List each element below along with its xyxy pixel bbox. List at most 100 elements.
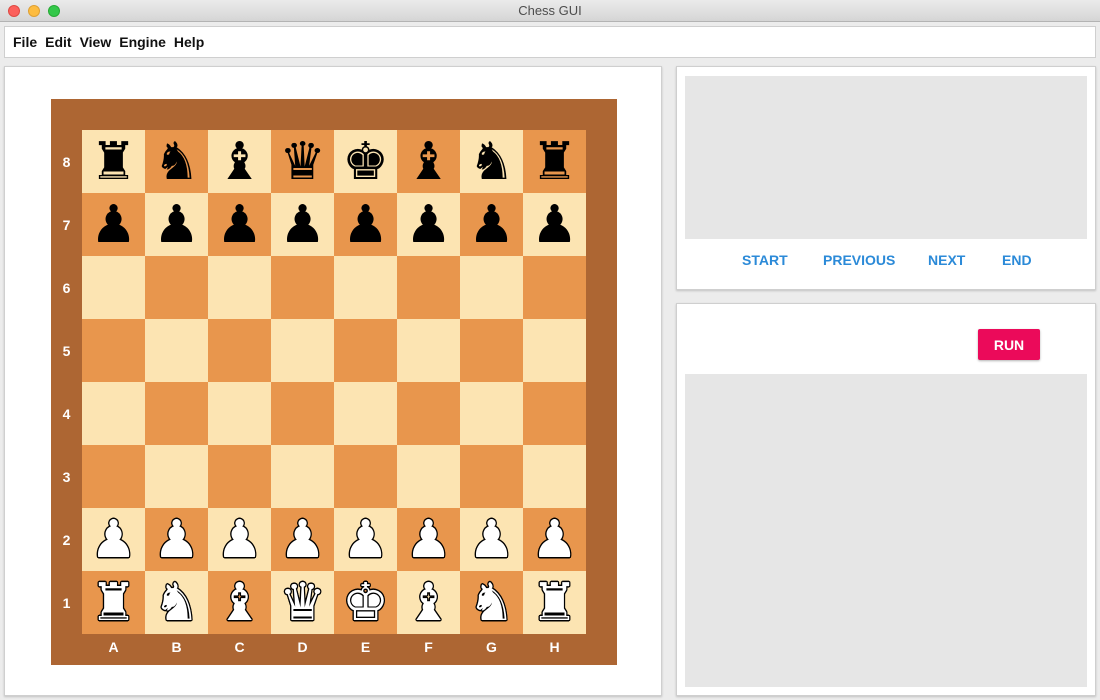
black-king-icon[interactable]: ♚ bbox=[342, 136, 389, 188]
menu-engine[interactable]: Engine bbox=[119, 34, 166, 50]
square-f4[interactable] bbox=[397, 382, 460, 445]
square-e4[interactable] bbox=[334, 382, 397, 445]
square-e2[interactable]: ♟ bbox=[334, 508, 397, 571]
square-a8[interactable]: ♜ bbox=[82, 130, 145, 193]
square-a5[interactable] bbox=[82, 319, 145, 382]
white-pawn-icon[interactable]: ♟ bbox=[279, 514, 326, 566]
white-rook-icon[interactable]: ♜ bbox=[90, 577, 137, 629]
square-d6[interactable] bbox=[271, 256, 334, 319]
square-a1[interactable]: ♜ bbox=[82, 571, 145, 634]
square-f3[interactable] bbox=[397, 445, 460, 508]
black-pawn-icon[interactable]: ♟ bbox=[90, 199, 137, 251]
black-pawn-icon[interactable]: ♟ bbox=[153, 199, 200, 251]
white-pawn-icon[interactable]: ♟ bbox=[468, 514, 515, 566]
chessboard[interactable]: ♜ ♞ ♝ ♛ ♚ ♝ ♞ ♜ ♟ ♟ ♟ ♟ ♟ ♟ ♟ ♟ ♟ ♟ ♟ ♟ ♟ ♟ ♟ ♟ ♜ ♞ ♝ ♛ ♚ ♝ ♞ ♜ bbox=[82, 130, 586, 634]
square-a7[interactable]: ♟ bbox=[82, 193, 145, 256]
square-e7[interactable]: ♟ bbox=[334, 193, 397, 256]
black-knight-icon[interactable]: ♞ bbox=[468, 136, 515, 188]
square-g4[interactable] bbox=[460, 382, 523, 445]
square-d1[interactable]: ♛ bbox=[271, 571, 334, 634]
square-c2[interactable]: ♟ bbox=[208, 508, 271, 571]
white-pawn-icon[interactable]: ♟ bbox=[216, 514, 263, 566]
square-c5[interactable] bbox=[208, 319, 271, 382]
square-h7[interactable]: ♟ bbox=[523, 193, 586, 256]
square-c3[interactable] bbox=[208, 445, 271, 508]
square-d4[interactable] bbox=[271, 382, 334, 445]
black-bishop-icon[interactable]: ♝ bbox=[405, 136, 452, 188]
white-rook-icon[interactable]: ♜ bbox=[531, 577, 578, 629]
black-pawn-icon[interactable]: ♟ bbox=[405, 199, 452, 251]
white-bishop-icon[interactable]: ♝ bbox=[216, 577, 263, 629]
square-f5[interactable] bbox=[397, 319, 460, 382]
white-king-icon[interactable]: ♚ bbox=[342, 577, 389, 629]
black-rook-icon[interactable]: ♜ bbox=[90, 136, 137, 188]
square-a2[interactable]: ♟ bbox=[82, 508, 145, 571]
black-bishop-icon[interactable]: ♝ bbox=[216, 136, 263, 188]
square-f8[interactable]: ♝ bbox=[397, 130, 460, 193]
square-d2[interactable]: ♟ bbox=[271, 508, 334, 571]
black-pawn-icon[interactable]: ♟ bbox=[216, 199, 263, 251]
square-b6[interactable] bbox=[145, 256, 208, 319]
black-pawn-icon[interactable]: ♟ bbox=[342, 199, 389, 251]
menu-view[interactable]: View bbox=[80, 34, 112, 50]
start-button[interactable]: START bbox=[742, 249, 788, 271]
square-e1[interactable]: ♚ bbox=[334, 571, 397, 634]
square-b4[interactable] bbox=[145, 382, 208, 445]
square-f1[interactable]: ♝ bbox=[397, 571, 460, 634]
square-c7[interactable]: ♟ bbox=[208, 193, 271, 256]
square-h5[interactable] bbox=[523, 319, 586, 382]
square-h8[interactable]: ♜ bbox=[523, 130, 586, 193]
square-g3[interactable] bbox=[460, 445, 523, 508]
square-a4[interactable] bbox=[82, 382, 145, 445]
square-g5[interactable] bbox=[460, 319, 523, 382]
square-a3[interactable] bbox=[82, 445, 145, 508]
square-e5[interactable] bbox=[334, 319, 397, 382]
square-h6[interactable] bbox=[523, 256, 586, 319]
square-d5[interactable] bbox=[271, 319, 334, 382]
square-h1[interactable]: ♜ bbox=[523, 571, 586, 634]
next-button[interactable]: NEXT bbox=[928, 249, 965, 271]
square-g1[interactable]: ♞ bbox=[460, 571, 523, 634]
run-button[interactable]: RUN bbox=[978, 329, 1040, 360]
black-pawn-icon[interactable]: ♟ bbox=[531, 199, 578, 251]
square-c4[interactable] bbox=[208, 382, 271, 445]
white-knight-icon[interactable]: ♞ bbox=[468, 577, 515, 629]
square-c6[interactable] bbox=[208, 256, 271, 319]
menu-edit[interactable]: Edit bbox=[45, 34, 71, 50]
white-pawn-icon[interactable]: ♟ bbox=[531, 514, 578, 566]
square-b2[interactable]: ♟ bbox=[145, 508, 208, 571]
square-b8[interactable]: ♞ bbox=[145, 130, 208, 193]
square-g6[interactable] bbox=[460, 256, 523, 319]
square-b1[interactable]: ♞ bbox=[145, 571, 208, 634]
square-g2[interactable]: ♟ bbox=[460, 508, 523, 571]
square-e3[interactable] bbox=[334, 445, 397, 508]
square-c1[interactable]: ♝ bbox=[208, 571, 271, 634]
black-pawn-icon[interactable]: ♟ bbox=[279, 199, 326, 251]
square-f6[interactable] bbox=[397, 256, 460, 319]
square-e8[interactable]: ♚ bbox=[334, 130, 397, 193]
square-b3[interactable] bbox=[145, 445, 208, 508]
black-pawn-icon[interactable]: ♟ bbox=[468, 199, 515, 251]
menu-help[interactable]: Help bbox=[174, 34, 204, 50]
square-g8[interactable]: ♞ bbox=[460, 130, 523, 193]
black-rook-icon[interactable]: ♜ bbox=[531, 136, 578, 188]
previous-button[interactable]: PREVIOUS bbox=[823, 249, 895, 271]
square-c8[interactable]: ♝ bbox=[208, 130, 271, 193]
white-pawn-icon[interactable]: ♟ bbox=[90, 514, 137, 566]
white-pawn-icon[interactable]: ♟ bbox=[153, 514, 200, 566]
square-h2[interactable]: ♟ bbox=[523, 508, 586, 571]
square-d7[interactable]: ♟ bbox=[271, 193, 334, 256]
square-f7[interactable]: ♟ bbox=[397, 193, 460, 256]
white-knight-icon[interactable]: ♞ bbox=[153, 577, 200, 629]
square-f2[interactable]: ♟ bbox=[397, 508, 460, 571]
white-pawn-icon[interactable]: ♟ bbox=[405, 514, 452, 566]
square-d3[interactable] bbox=[271, 445, 334, 508]
move-list[interactable] bbox=[685, 76, 1087, 239]
square-e6[interactable] bbox=[334, 256, 397, 319]
square-a6[interactable] bbox=[82, 256, 145, 319]
white-bishop-icon[interactable]: ♝ bbox=[405, 577, 452, 629]
black-queen-icon[interactable]: ♛ bbox=[279, 136, 326, 188]
black-knight-icon[interactable]: ♞ bbox=[153, 136, 200, 188]
square-h3[interactable] bbox=[523, 445, 586, 508]
square-g7[interactable]: ♟ bbox=[460, 193, 523, 256]
